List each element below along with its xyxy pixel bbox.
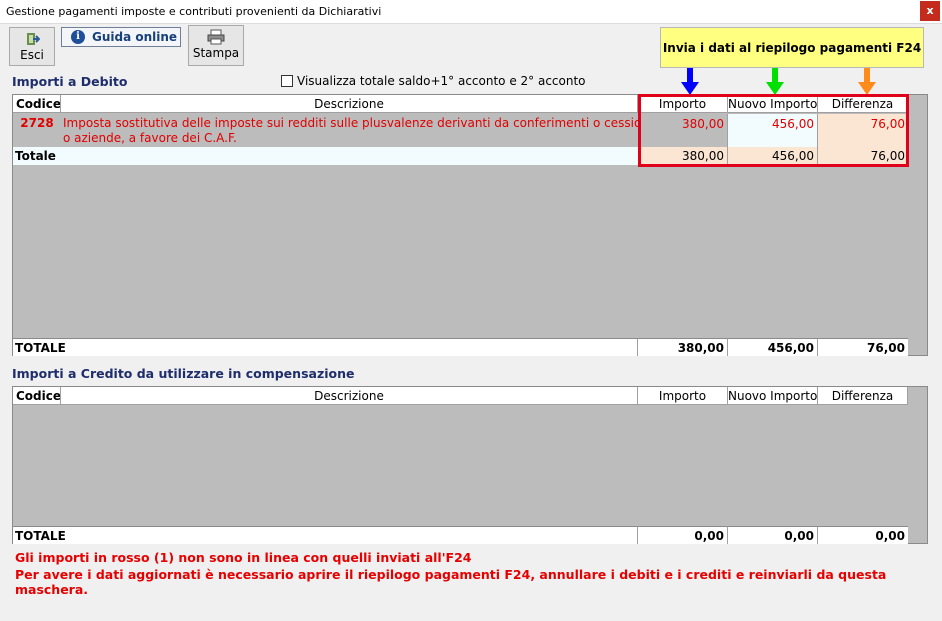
credito-grand-total-label: TOTALE: [13, 526, 638, 544]
window-title: Gestione pagamenti imposte e contributi …: [6, 5, 382, 18]
table-row-descrizione[interactable]: Imposta sostitutiva delle imposte sui re…: [61, 114, 638, 147]
footer-warning-line-2: Per avere i dati aggiornati è necessario…: [15, 567, 887, 597]
esci-button[interactable]: Esci: [9, 27, 55, 66]
credito-header-descrizione: Descrizione: [61, 387, 638, 405]
guida-online-button[interactable]: i Guida online: [61, 27, 181, 47]
totale-row-differenza: 76,00: [818, 147, 908, 165]
totale-row-label: Totale: [13, 147, 638, 165]
descrizione-line-2: o aziende, a favore dei C.A.F.: [63, 131, 237, 145]
footer-warning-line-1: Gli importi in rosso (1) non sono in lin…: [15, 550, 472, 565]
table-row-differenza[interactable]: 76,00: [818, 114, 908, 147]
info-icon: i: [71, 30, 85, 44]
totale-row-importo: 380,00: [638, 147, 728, 165]
credito-grand-total-nuovo: 0,00: [728, 526, 818, 544]
credito-grand-total-importo: 0,00: [638, 526, 728, 544]
totale-row-nuovo-importo: 456,00: [728, 147, 818, 165]
exit-icon: [10, 31, 54, 47]
arrow-down-orange-icon: [858, 68, 876, 95]
stampa-label: Stampa: [192, 46, 240, 60]
credito-grand-total-differenza: 0,00: [818, 526, 908, 544]
close-button[interactable]: x: [920, 1, 940, 21]
debito-grand-total-differenza: 76,00: [818, 338, 908, 356]
table-row-codice[interactable]: 2728: [13, 114, 61, 147]
visualizza-totale-checkbox-row[interactable]: Visualizza totale saldo+1° acconto e 2° …: [281, 74, 586, 88]
header-descrizione: Descrizione: [61, 95, 638, 113]
header-importo: Importo: [638, 95, 728, 113]
title-bar: Gestione pagamenti imposte e contributi …: [0, 0, 942, 24]
header-codice: Codice: [13, 95, 61, 113]
invia-f24-button[interactable]: Invia i dati al riepilogo pagamenti F24: [660, 27, 924, 68]
header-differenza: Differenza: [818, 95, 908, 113]
debito-table: Codice Descrizione Importo Nuovo Importo…: [12, 94, 928, 356]
credito-table: Codice Descrizione Importo Nuovo Importo…: [12, 386, 928, 544]
table-row-importo[interactable]: 380,00: [638, 114, 728, 147]
header-nuovo-importo: Nuovo Importo: [728, 95, 818, 113]
debito-grand-total-nuovo: 456,00: [728, 338, 818, 356]
visualizza-totale-label: Visualizza totale saldo+1° acconto e 2° …: [297, 74, 586, 88]
esci-label: Esci: [20, 48, 44, 62]
guida-online-label: Guida online: [92, 30, 178, 44]
debito-grand-total-importo: 380,00: [638, 338, 728, 356]
arrow-down-green-icon: [766, 68, 784, 95]
stampa-button[interactable]: Stampa: [188, 25, 244, 66]
descrizione-line-1: Imposta sostitutiva delle imposte sui re…: [63, 116, 638, 130]
credito-section-title: Importi a Credito da utilizzare in compe…: [12, 366, 355, 381]
debito-section-title: Importi a Debito: [12, 74, 128, 89]
debito-grand-total-label: TOTALE: [13, 338, 638, 356]
credito-header-differenza: Differenza: [818, 387, 908, 405]
credito-header-importo: Importo: [638, 387, 728, 405]
table-row-nuovo-importo[interactable]: 456,00: [728, 114, 818, 147]
credito-header-nuovo-importo: Nuovo Importo: [728, 387, 818, 405]
header-filler: [908, 95, 927, 113]
credito-header-codice: Codice: [13, 387, 61, 405]
printer-icon: [189, 29, 243, 45]
visualizza-totale-checkbox[interactable]: [281, 75, 293, 87]
arrow-down-blue-icon: [681, 68, 699, 95]
